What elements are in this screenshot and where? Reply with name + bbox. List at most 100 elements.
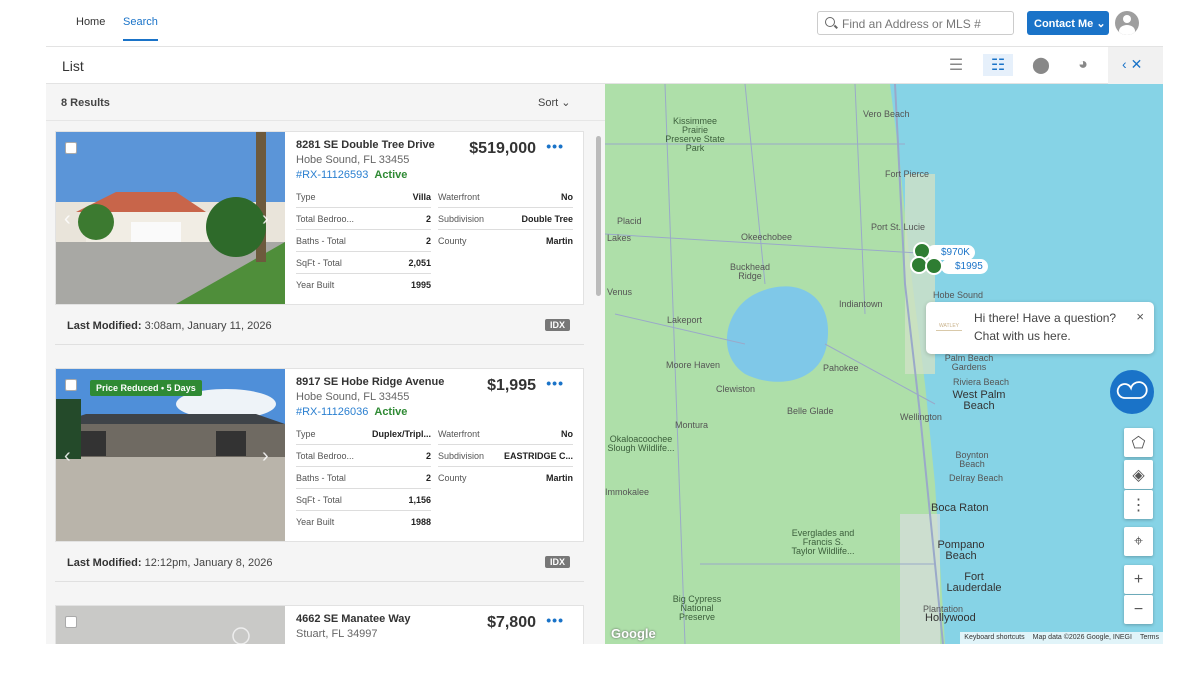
prev-photo-icon[interactable]: ‹ [64,208,71,231]
fact-row: Subdivision EASTRIDGE C... [438,445,573,467]
listing-address[interactable]: 8281 SE Double Tree Drive [296,139,435,151]
fact-label: Subdivision [438,450,485,461]
fact-label: Type [296,428,316,439]
listing-photo[interactable]: ‹ › [56,132,285,304]
map-label: Okaloacoochee Slough Wildlife... [607,434,675,453]
more-map-options-button[interactable]: ⋮ [1124,490,1153,519]
polygon-icon: ⬠ [1131,434,1146,452]
more-options-icon[interactable]: ••• [546,138,564,154]
mls-number[interactable]: #RX-11126036 [296,406,368,418]
map[interactable]: Vero Beach Kissimmee Prairie Preserve St… [605,84,1163,644]
listing-address[interactable]: 4662 SE Manatee Way [296,613,411,625]
next-photo-icon[interactable]: › [262,208,269,231]
tools-toggle-button[interactable]: ‹ ✕ [1108,47,1163,84]
nav-home[interactable]: Home [76,16,105,28]
map-view-button[interactable]: ⬤ [1026,54,1056,76]
fact-label: Type [296,191,316,202]
chat-button[interactable] [1110,370,1154,414]
map-label: Wellington [900,412,942,422]
my-location-button[interactable]: ⌖ [1124,527,1153,556]
map-label: Boynton Beach [955,450,989,469]
zoom-out-button[interactable]: − [1124,595,1153,624]
map-label: Buckhead Ridge [729,262,771,281]
status-badge: Active [374,169,408,181]
listing-price: $1,995 [487,377,536,394]
terms-link[interactable]: Terms [1140,634,1159,642]
map-label: Indiantown [839,299,883,309]
map-label: Venus [607,287,633,297]
list-header: 8 Results Sort ⌄ [46,84,605,121]
map-label: Okeechobee [741,232,793,242]
next-photo-icon[interactable]: › [262,445,269,468]
map-label: Hollywood [925,612,976,624]
contact-me-button[interactable]: Contact Me ⌄ [1027,11,1109,35]
listing-card[interactable]: ‹ › 8281 SE Double Tree Drive Hobe Sound… [55,131,584,305]
nav-search[interactable]: Search [123,16,158,41]
map-data-credit: Map data ©2026 Google, INEGI [1032,634,1132,641]
building-marker-icon[interactable] [925,257,943,275]
fact-value: 2 [425,213,431,224]
listing-mls: #RX-11126593 Active [296,169,407,181]
map-label: Riviera Beach [953,377,1010,387]
more-options-icon[interactable]: ••• [546,612,564,628]
prev-photo-icon[interactable]: ‹ [64,445,71,468]
listing-info: 4662 SE Manatee Way Stuart, FL 34997 $7,… [296,606,580,644]
plus-icon: + [1133,570,1144,588]
layers-button[interactable]: ◈ [1124,460,1153,489]
fact-value: 2 [425,472,431,483]
detail-list-view-button[interactable]: ☷ [983,54,1013,76]
listing-card[interactable]: Price Reduced • 5 Days ‹ › 8917 SE Hobe … [55,368,584,542]
fact-row: County Martin [438,230,573,252]
fact-label: County [438,236,467,246]
listing-card[interactable]: 4662 SE Manatee Way Stuart, FL 34997 $7,… [55,605,584,644]
select-checkbox[interactable] [65,616,77,628]
fact-value: 1988 [410,517,431,527]
price-marker[interactable]: $1995 [941,259,988,274]
fact-row: Total Bedroo... 2 [296,208,431,230]
listing-price: $7,800 [487,614,536,631]
sort-button[interactable]: Sort ⌄ [538,96,570,109]
page-title: List [62,58,84,74]
fact-row: Year Built 1988 [296,511,431,533]
chart-view-button[interactable]: ◕ [1068,54,1098,76]
idx-badge: IDX [545,556,571,568]
facts-right: Waterfront No Subdivision Double Tree Coun… [438,186,573,252]
select-checkbox[interactable] [65,379,77,391]
chat-prompt[interactable]: WATLEY Hi there! Have a question? Chat w… [926,302,1154,354]
fact-value: 1995 [410,280,431,290]
minus-icon: − [1133,600,1144,618]
fact-value: No [561,191,573,202]
scrollbar-thumb[interactable] [596,136,601,296]
select-checkbox[interactable] [65,142,77,154]
keyboard-shortcuts-link[interactable]: Keyboard shortcuts [964,634,1024,642]
search-input[interactable]: Find an Address or MLS # [817,11,1014,35]
tools-icon: ✕ [1130,56,1143,72]
compact-list-view-button[interactable]: ☰ [941,54,971,76]
fact-label: Total Bedroo... [296,213,355,224]
divider [55,581,584,582]
fact-row: Subdivision Double Tree [438,208,573,230]
modified-value: 12:12pm, January 8, 2026 [144,557,273,569]
listing-photo[interactable]: Price Reduced • 5 Days ‹ › [56,369,285,541]
view-bar: List ☰ ☷ ⬤ ◕ ‹ ✕ [46,47,1163,84]
fact-value: 2 [425,235,431,246]
zoom-in-button[interactable]: + [1124,565,1153,594]
map-label: Fort Pierce [885,169,930,179]
map-label: Montura [675,420,709,430]
fact-value: No [561,428,573,439]
fact-value: Martin [546,236,573,246]
map-label: Kissimmee Prairie Preserve State Park [665,116,725,153]
list-scrollbar[interactable] [595,128,602,638]
close-icon[interactable]: × [1136,308,1144,326]
mls-number[interactable]: #RX-11126593 [296,169,368,181]
chat-line-2: Chat with us here. [974,329,1071,343]
fact-label: Total Bedroo... [296,450,355,461]
user-avatar[interactable] [1115,11,1139,35]
modified-label: Last Modified: [67,320,142,332]
listing-photo[interactable] [56,606,285,644]
more-options-icon[interactable]: ••• [546,375,564,391]
fact-row: SqFt - Total 1,156 [296,489,431,511]
fact-label: SqFt - Total [296,494,342,505]
listing-address[interactable]: 8917 SE Hobe Ridge Avenue [296,376,444,388]
draw-shape-button[interactable]: ⬠ [1124,428,1153,457]
